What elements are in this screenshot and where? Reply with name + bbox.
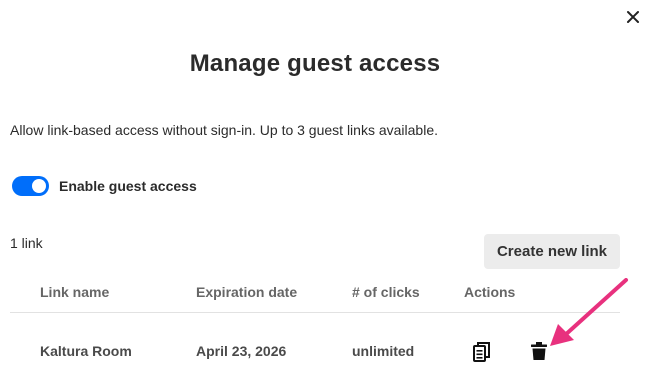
clicks-cell: unlimited [352,343,415,359]
column-header-link-name: Link name [40,284,110,300]
dialog-title: Manage guest access [189,50,441,77]
trash-icon[interactable] [530,341,548,361]
annotation-arrow [550,278,628,346]
link-name-cell: Kaltura Room [40,343,132,359]
close-icon [627,11,639,23]
column-header-expiration-date: Expiration date [196,284,298,300]
dialog-description: Allow link-based access without sign-in.… [10,122,438,138]
toggle-knob [32,179,46,193]
guest-access-toggle-label: Enable guest access [59,178,197,194]
column-header-actions: Actions [464,284,516,300]
link-count: 1 link [10,235,43,251]
guest-access-toggle-row: Enable guest access [12,176,197,196]
expiration-date-cell: April 23, 2026 [196,343,287,359]
guest-access-toggle[interactable] [12,176,49,196]
copy-icon[interactable] [473,342,491,362]
column-header-clicks: # of clicks [352,284,420,300]
close-button[interactable] [626,10,646,30]
table-divider [10,312,620,313]
create-new-link-button[interactable]: Create new link [484,234,620,269]
